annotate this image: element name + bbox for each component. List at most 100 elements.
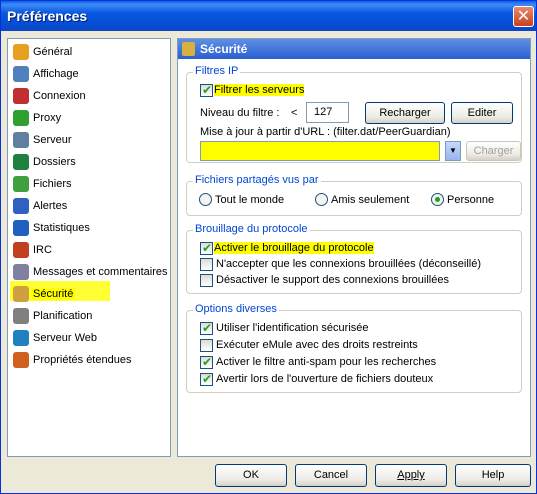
help-button-label: Help	[481, 469, 505, 481]
radio-everyone-label: Tout le monde	[215, 194, 285, 206]
restricted-rights-checkbox[interactable]	[200, 339, 213, 352]
disable-obfuscation-label: Désactiver le support des connexions bro…	[216, 274, 449, 286]
folder-icon	[13, 154, 29, 170]
sidebar-item-label: Général	[33, 46, 73, 58]
sidebar-item-label: Planification	[33, 310, 93, 322]
warn-suspicious-checkbox[interactable]: ✔	[200, 372, 213, 386]
security-panel: Sécurité Filtres IP ✔ Filtrer les serveu…	[177, 38, 531, 457]
edit-button-label: Editer	[467, 107, 497, 119]
sidebar-item[interactable]: Sécurité	[11, 284, 167, 304]
ip-filter-group: Filtres IP ✔ Filtrer les serveurs Niveau…	[186, 65, 522, 163]
sidebar-item-label: Affichage	[33, 68, 79, 80]
panel-title: Sécurité	[200, 42, 248, 56]
files-icon	[13, 176, 29, 192]
sidebar-item-label: Fichiers	[33, 178, 72, 190]
secure-ident-checkbox[interactable]: ✔	[200, 321, 213, 335]
radio-friends-label: Amis seulement	[331, 194, 410, 206]
sidebar-item[interactable]: Statistiques	[11, 218, 167, 238]
filter-level-label: Niveau du filtre :	[200, 107, 280, 119]
restricted-rights-label: Exécuter eMule avec des droits restreint…	[216, 339, 418, 351]
sidebar-item-label: Statistiques	[33, 222, 90, 234]
url-dropdown-button[interactable]: ▼	[445, 141, 461, 161]
sidebar-item-label: Messages et commentaires	[33, 266, 168, 278]
sidebar-item[interactable]: Serveur	[11, 130, 167, 150]
help-button[interactable]: Help	[455, 464, 531, 487]
apply-button[interactable]: Apply	[375, 464, 447, 487]
connection-icon	[13, 88, 29, 104]
enable-obfuscation-checkbox[interactable]: ✔	[200, 241, 213, 255]
disable-obfuscation-checkbox[interactable]	[200, 274, 213, 287]
sidebar-item-label: Alertes	[33, 200, 68, 212]
sidebar-item[interactable]: Proxy	[11, 108, 167, 128]
lock-icon	[182, 42, 195, 56]
close-button[interactable]: ✕	[513, 6, 534, 27]
close-icon: ✕	[516, 8, 531, 25]
sidebar-item[interactable]: Connexion	[11, 86, 167, 106]
sidebar-item-label: IRC	[33, 244, 52, 256]
apply-button-label: Apply	[397, 469, 425, 481]
secure-ident-label: Utiliser l'identification sécurisée	[216, 322, 369, 334]
enable-obfuscation-label: Activer le brouillage du protocole	[214, 242, 374, 254]
radio-friends[interactable]	[315, 193, 328, 206]
chevron-down-icon: ▼	[449, 146, 457, 155]
filter-servers-label: Filtrer les serveurs	[214, 84, 305, 96]
sidebar-item-label: Serveur Web	[33, 332, 97, 344]
proxy-icon	[13, 110, 29, 126]
sidebar-item[interactable]: IRC	[11, 240, 167, 260]
anti-spam-label: Activer le filtre anti-spam pour les rec…	[216, 356, 437, 368]
filter-level-value: 127	[314, 106, 333, 118]
load-button[interactable]: Charger	[466, 141, 521, 161]
sidebar-item-label: Dossiers	[33, 156, 76, 168]
edit-button[interactable]: Editer	[451, 102, 513, 124]
sidebar-item[interactable]: Dossiers	[11, 152, 167, 172]
url-input[interactable]	[200, 141, 440, 161]
sidebar-item-label: Sécurité	[31, 288, 76, 300]
only-obfuscated-checkbox[interactable]	[200, 258, 213, 271]
reload-button-label: Recharger	[379, 107, 431, 119]
reload-button[interactable]: Recharger	[365, 102, 445, 124]
sidebar-item-label: Connexion	[33, 90, 86, 102]
obfuscation-group: Brouillage du protocole ✔ Activer le bro…	[186, 223, 522, 294]
sidebar-item[interactable]: Propriétés étendues	[11, 350, 167, 370]
cancel-button[interactable]: Cancel	[295, 464, 367, 487]
radio-everyone[interactable]	[199, 193, 212, 206]
only-obfuscated-label: N'accepter que les connexions brouillées…	[216, 258, 482, 270]
filter-servers-checkbox[interactable]: ✔	[200, 83, 213, 97]
load-button-label: Charger	[473, 145, 514, 157]
window-title: Préférences	[7, 8, 88, 24]
sidebar-item[interactable]: Affichage	[11, 64, 167, 84]
preferences-window: Préférences ✕ Général Affichage Connexion P…	[0, 0, 537, 494]
ok-button[interactable]: OK	[215, 464, 287, 487]
sidebar-item[interactable]: Messages et commentaires	[11, 262, 168, 282]
display-icon	[13, 66, 29, 82]
sidebar-item[interactable]: Planification	[11, 306, 167, 326]
cancel-button-label: Cancel	[313, 469, 349, 481]
filter-level-operator: <	[291, 107, 298, 119]
sidebar-item[interactable]: Alertes	[11, 196, 167, 216]
preferences-sidebar: Général Affichage Connexion Proxy Serveur Dos…	[7, 38, 171, 457]
server-icon	[13, 132, 29, 148]
anti-spam-checkbox[interactable]: ✔	[200, 355, 213, 369]
title-bar[interactable]: Préférences ✕	[1, 1, 536, 31]
radio-nobody[interactable]	[431, 193, 444, 206]
gear-icon	[13, 44, 29, 60]
sidebar-item[interactable]: Général	[11, 42, 167, 62]
url-update-label: Mise à jour à partir d'URL : (filter.dat…	[200, 126, 451, 138]
ok-button-label: OK	[243, 469, 259, 481]
sidebar-item-label: Proxy	[33, 112, 62, 124]
schedule-icon	[13, 308, 29, 324]
panel-header: Sécurité	[178, 39, 530, 59]
sidebar-item[interactable]: Serveur Web	[11, 328, 167, 348]
extended-icon	[13, 352, 29, 368]
filter-level-input[interactable]: 127	[306, 102, 349, 123]
sidebar-item[interactable]: Fichiers	[11, 174, 167, 194]
lock-icon	[13, 286, 29, 302]
shared-files-group: Fichiers partagés vus par Tout le monde …	[186, 174, 522, 216]
messages-icon	[13, 264, 29, 280]
sidebar-item-label: Serveur	[33, 134, 72, 146]
alert-icon	[13, 198, 29, 214]
sidebar-item-label: Propriétés étendues	[33, 354, 132, 366]
shared-files-legend: Fichiers partagés vus par	[193, 174, 321, 186]
misc-options-legend: Options diverses	[193, 303, 279, 315]
stats-icon	[13, 220, 29, 236]
